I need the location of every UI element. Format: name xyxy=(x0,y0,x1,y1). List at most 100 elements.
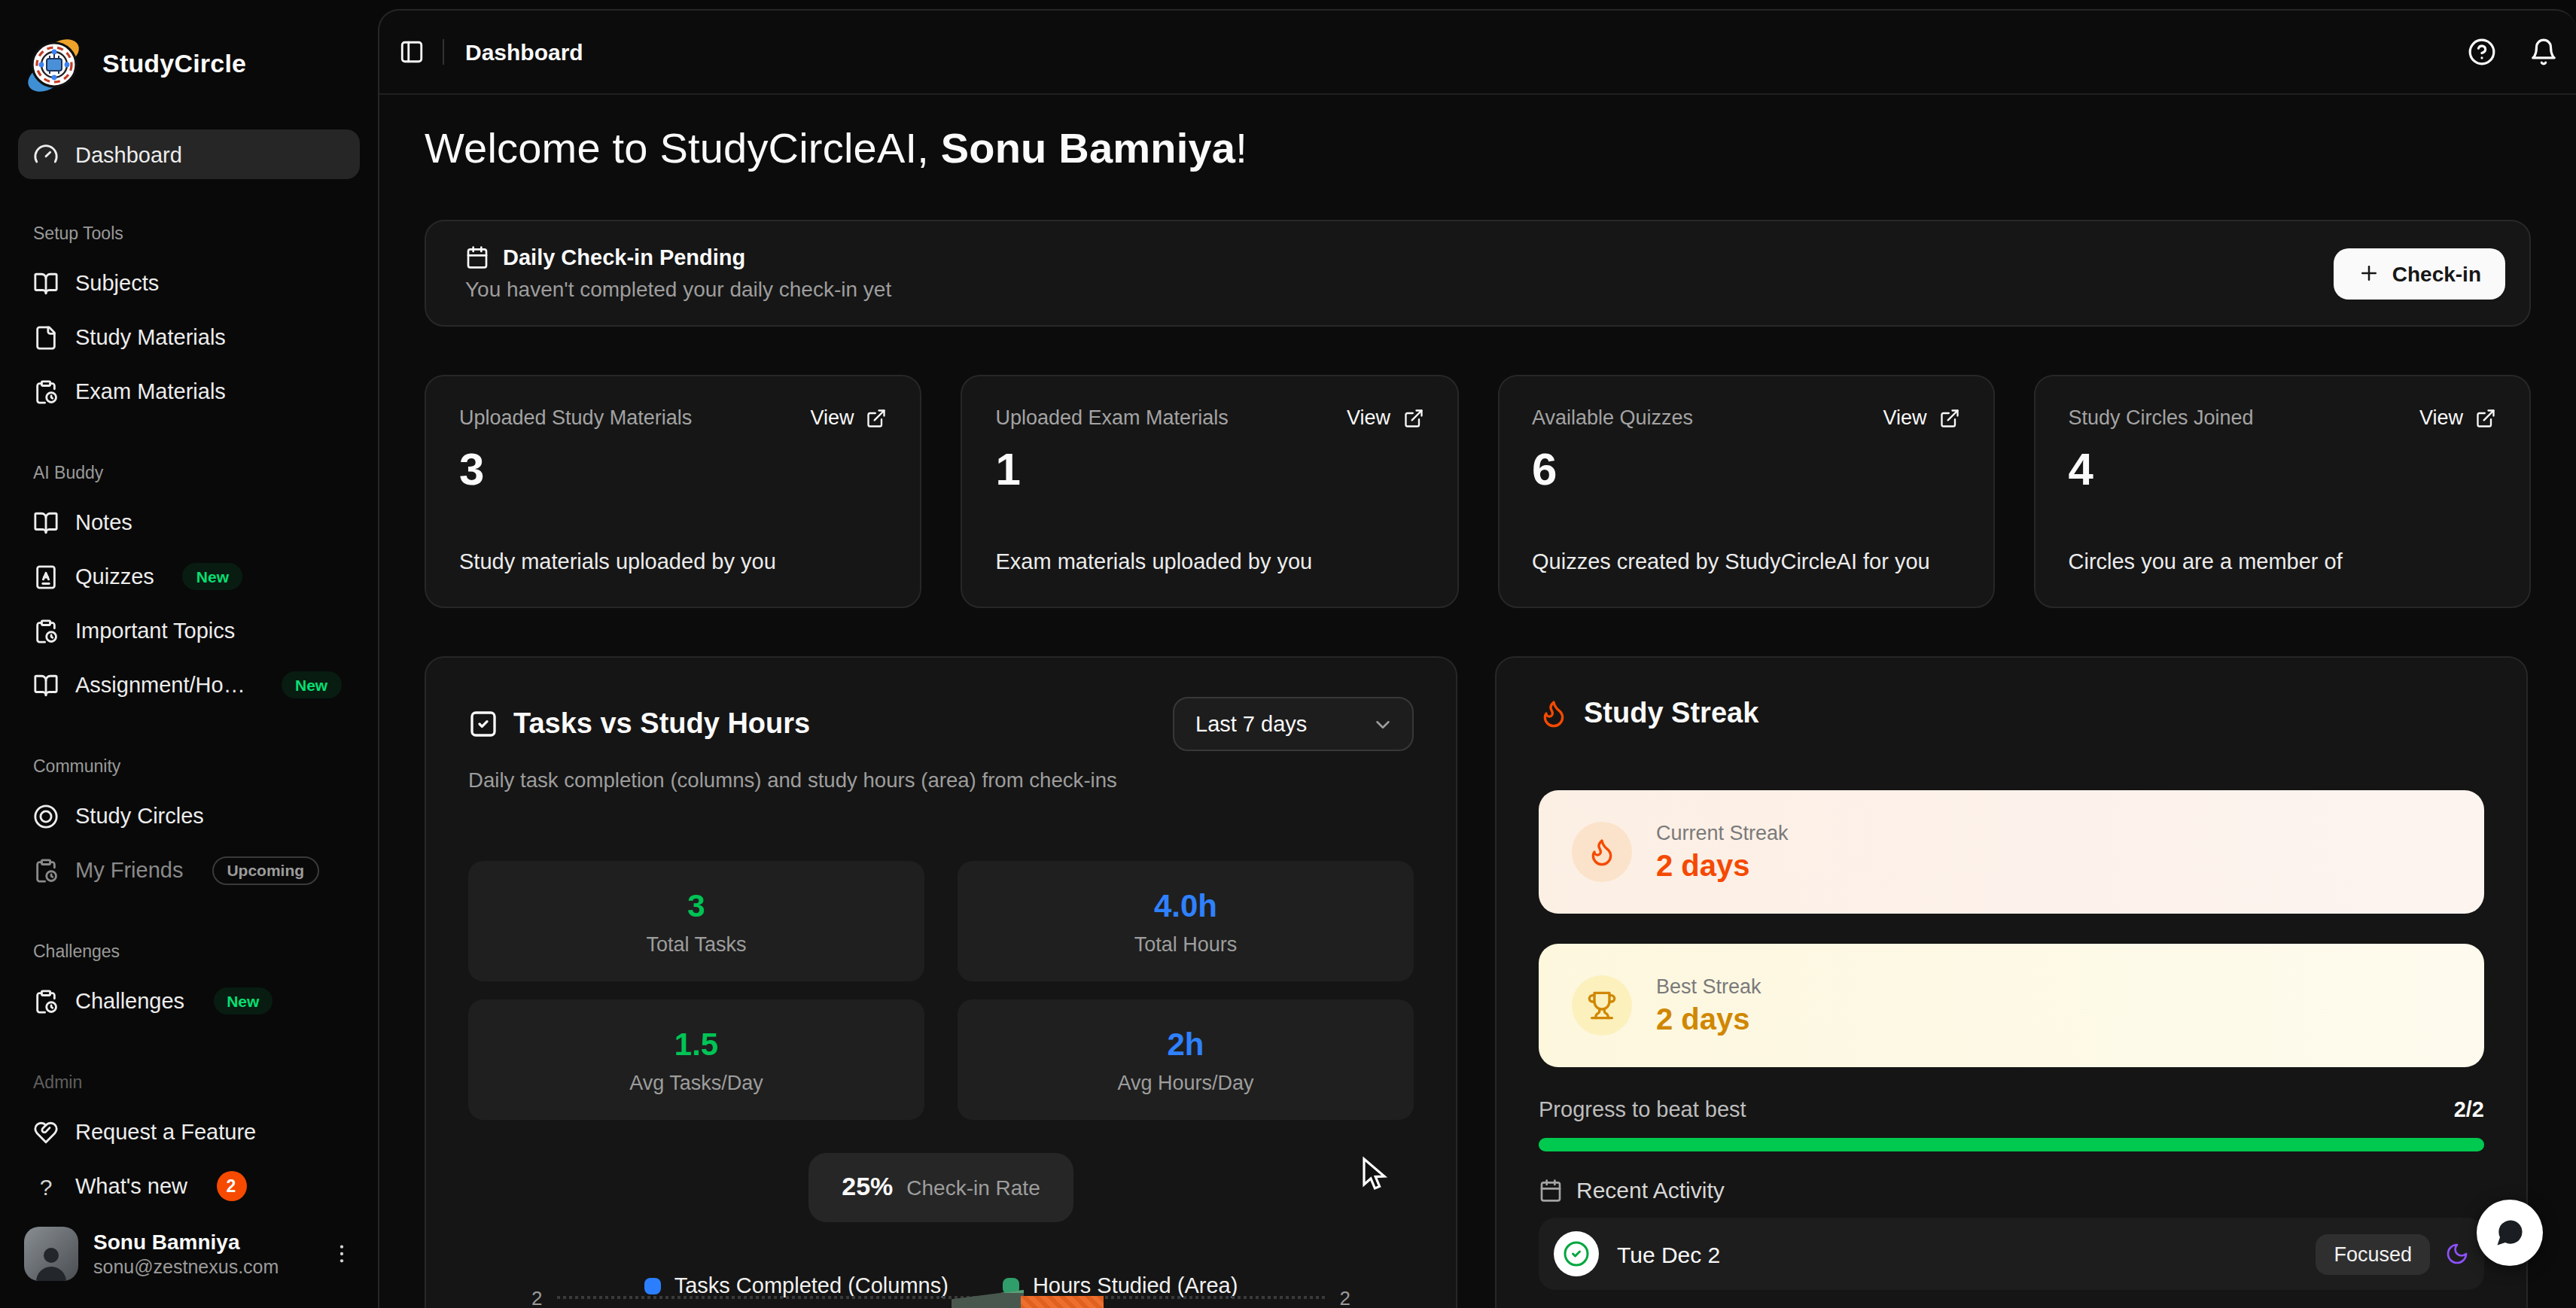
external-link-icon xyxy=(1402,407,1423,428)
tasks-card-subtitle: Daily task completion (columns) and stud… xyxy=(468,769,1414,792)
sidebar-nav: Dashboard xyxy=(18,129,360,179)
sidebar-item-label: Study Materials xyxy=(75,325,226,349)
book-open-icon xyxy=(33,270,59,296)
sidebar-item-whats-new[interactable]: ? What's new 2 xyxy=(18,1159,360,1213)
legend-dot-blue xyxy=(644,1277,661,1294)
book-open-icon xyxy=(33,672,59,698)
sidebar-item-subjects[interactable]: Subjects xyxy=(18,256,360,310)
sidebar-item-important-topics[interactable]: Important Topics xyxy=(18,604,360,658)
plus-icon xyxy=(2358,262,2380,284)
app-root: StudyCircle Dashboard Setup Tools Subjec… xyxy=(0,0,2576,1308)
profile-menu-icon[interactable] xyxy=(330,1242,354,1266)
topbar-title: Dashboard xyxy=(465,39,583,65)
avatar xyxy=(24,1227,78,1281)
count-badge: 2 xyxy=(216,1171,246,1201)
external-link-icon xyxy=(866,407,888,428)
stat-card-title: Uploaded Study Materials xyxy=(459,406,692,429)
book-open-icon xyxy=(33,510,59,535)
sidebar-toggle-icon[interactable] xyxy=(399,39,425,65)
sidebar-section-admin: Admin Request a Feature ? What's new 2 xyxy=(18,1073,360,1213)
app-logo-icon xyxy=(21,32,87,98)
sidebar-section-setup-tools: Setup Tools Subjects Study Materials Exa… xyxy=(18,224,360,418)
stat-card-circles: Study Circles Joined View 4 Circles you … xyxy=(2034,375,2532,608)
study-streak-card: Study Streak Current Streak 2 days xyxy=(1495,656,2528,1308)
sidebar-item-my-friends[interactable]: My Friends Upcoming xyxy=(18,843,360,897)
stat-value: 1.5 xyxy=(674,1026,718,1062)
sidebar-item-assignment[interactable]: Assignment/Home... New xyxy=(18,658,360,712)
sidebar-item-label: Request a Feature xyxy=(75,1120,256,1144)
sidebar-item-label: Dashboard xyxy=(75,142,182,166)
stat-label: Total Hours xyxy=(1134,932,1238,955)
stat-card-description: Circles you are a member of xyxy=(2069,549,2497,573)
chat-widget-button[interactable] xyxy=(2477,1200,2543,1266)
view-link[interactable]: View xyxy=(2419,406,2496,429)
sidebar-item-notes[interactable]: Notes xyxy=(18,495,360,549)
current-streak-value: 2 days xyxy=(1656,848,1789,883)
sidebar-item-exam-materials[interactable]: Exam Materials xyxy=(18,364,360,418)
stat-card-title: Uploaded Exam Materials xyxy=(996,406,1229,429)
sidebar-section-community: Community Study Circles My Friends Upcom… xyxy=(18,757,360,897)
mood-badge: Focused xyxy=(2316,1233,2430,1274)
help-icon[interactable] xyxy=(2468,38,2496,66)
profile-row[interactable]: Sonu Bamniya sonu@zestnexus.com xyxy=(18,1221,360,1287)
streak-card-title: Study Streak xyxy=(1584,697,1758,730)
tasks-stats-grid: 3 Total Tasks 4.0h Total Hours 1.5 Avg T… xyxy=(468,861,1414,1120)
external-link-icon xyxy=(1939,407,1960,428)
sidebar-item-label: Challenges xyxy=(75,989,184,1013)
section-label: Setup Tools xyxy=(18,224,360,242)
clipboard-clock-icon xyxy=(33,857,59,883)
calendar-icon xyxy=(465,245,489,269)
sidebar-item-quizzes[interactable]: Quizzes New xyxy=(18,549,360,604)
checkin-button[interactable]: Check-in xyxy=(2334,248,2505,299)
sidebar-item-label: What's new xyxy=(75,1174,187,1198)
profile-email: sonu@zestnexus.com xyxy=(93,1255,279,1279)
sidebar-item-label: Notes xyxy=(75,510,132,534)
checkin-rate-label: Check-in Rate xyxy=(906,1176,1040,1200)
sidebar-item-challenges[interactable]: Challenges New xyxy=(18,974,360,1028)
topbar-divider xyxy=(443,39,444,65)
sidebar-item-dashboard[interactable]: Dashboard xyxy=(18,129,360,179)
sidebar: StudyCircle Dashboard Setup Tools Subjec… xyxy=(0,0,378,1308)
sidebar-item-study-circles[interactable]: Study Circles xyxy=(18,789,360,843)
app-logo-row: StudyCircle xyxy=(21,24,357,105)
sidebar-item-study-materials[interactable]: Study Materials xyxy=(18,310,360,364)
checkin-rate-value: 25% xyxy=(842,1173,893,1203)
stat-total-tasks: 3 Total Tasks xyxy=(468,861,924,981)
stat-card-exam-materials: Uploaded Exam Materials View 1 Exam mate… xyxy=(961,375,1459,608)
new-badge: New xyxy=(282,671,341,698)
dashboard-content: Welcome to StudyCircleAI, Sonu Bamniya! … xyxy=(379,122,2576,1308)
tasks-card-title: Tasks vs Study Hours xyxy=(513,707,810,741)
tasks-vs-hours-card: Tasks vs Study Hours Last 7 days Daily t… xyxy=(425,656,1457,1308)
bell-icon[interactable] xyxy=(2529,38,2558,66)
stat-label: Avg Hours/Day xyxy=(1117,1071,1253,1094)
recent-activity-header: Recent Activity xyxy=(1539,1177,2484,1203)
progress-bar xyxy=(1539,1138,2484,1151)
sidebar-item-label: Study Circles xyxy=(75,804,204,828)
stat-label: Total Tasks xyxy=(646,932,746,955)
stat-card-value: 3 xyxy=(459,444,888,495)
view-link[interactable]: View xyxy=(810,406,887,429)
best-streak-value: 2 days xyxy=(1656,1002,1761,1036)
topbar: Dashboard xyxy=(379,11,2576,95)
range-select[interactable]: Last 7 days xyxy=(1173,697,1414,751)
sidebar-item-label: Exam Materials xyxy=(75,379,226,403)
external-link-icon xyxy=(2475,407,2496,428)
sidebar-item-label: Assignment/Home... xyxy=(75,673,253,697)
sidebar-item-request-feature[interactable]: Request a Feature xyxy=(18,1105,360,1159)
progress-value: 2/2 xyxy=(2454,1097,2484,1121)
progress-label: Progress to beat best xyxy=(1539,1097,1746,1121)
current-streak-label: Current Streak xyxy=(1656,821,1789,844)
question-icon: ? xyxy=(33,1173,59,1199)
stat-card-value: 4 xyxy=(2069,444,2497,495)
trophy-icon xyxy=(1572,975,1632,1036)
activity-row: Tue Dec 2 Focused xyxy=(1539,1218,2484,1290)
activity-date: Tue Dec 2 xyxy=(1617,1241,1720,1267)
heart-handshake-icon xyxy=(33,1119,59,1145)
section-label: Challenges xyxy=(18,942,360,960)
stat-card-description: Exam materials uploaded by you xyxy=(996,549,1424,573)
legend-tasks: Tasks Completed (Columns) xyxy=(644,1273,948,1297)
banner-subtitle: You haven't completed your daily check-i… xyxy=(465,277,891,301)
view-link[interactable]: View xyxy=(1347,406,1423,429)
view-link[interactable]: View xyxy=(1883,406,1959,429)
stat-total-hours: 4.0h Total Hours xyxy=(958,861,1414,981)
